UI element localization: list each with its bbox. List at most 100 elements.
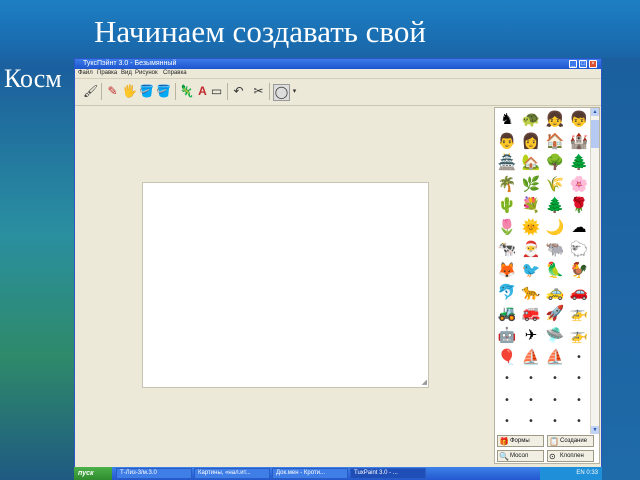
scroll-up-icon[interactable]: ▲: [591, 108, 599, 116]
stamp-item[interactable]: 🎅: [520, 239, 542, 261]
stamp-item[interactable]: •: [568, 368, 590, 390]
stamp-item[interactable]: 🌳: [544, 152, 566, 174]
stamp-item[interactable]: •: [544, 368, 566, 390]
stamp-item[interactable]: ⛵: [520, 347, 542, 369]
stamp-item[interactable]: •: [568, 411, 590, 433]
system-tray[interactable]: EN 0:33: [540, 467, 602, 480]
drawing-canvas[interactable]: ◢: [142, 182, 429, 388]
clone-palette-button[interactable]: ⊙ Клоплен: [547, 450, 594, 462]
minimize-button[interactable]: _: [569, 60, 577, 68]
stamp-item[interactable]: 🚜: [496, 303, 518, 325]
menu-edit[interactable]: Правка: [97, 69, 117, 78]
taskbar-item[interactable]: Док.мен - Кроти...: [272, 468, 348, 479]
stamp-item[interactable]: 🚕: [544, 282, 566, 304]
stamp-item[interactable]: 🌲: [544, 195, 566, 217]
stamp-item[interactable]: 👩: [520, 131, 542, 153]
stamp-item[interactable]: •: [544, 390, 566, 412]
stamp-item[interactable]: 👦: [568, 109, 590, 131]
shapes-palette-label: Формы: [510, 438, 530, 444]
stamp-item[interactable]: 💐: [520, 195, 542, 217]
stamp-item[interactable]: 🚁: [568, 325, 590, 347]
scroll-down-icon[interactable]: ▼: [591, 426, 599, 434]
stamp-item[interactable]: •: [496, 390, 518, 412]
stamp-item[interactable]: 🌙: [544, 217, 566, 239]
slide-title-line1: Начинаем создавать свой: [94, 14, 426, 49]
stamp-item[interactable]: 🐆: [520, 282, 542, 304]
stamp-item[interactable]: 🐑: [568, 239, 590, 261]
stamp-item[interactable]: 🚀: [544, 303, 566, 325]
stamp-item[interactable]: 👧: [544, 109, 566, 131]
stamp-item[interactable]: 🌲: [568, 152, 590, 174]
stamp-item[interactable]: 🎈: [496, 347, 518, 369]
stamp-item[interactable]: 🐬: [496, 282, 518, 304]
stamp-item[interactable]: 🐦: [520, 260, 542, 282]
brush-tool-button[interactable]: 🖌: [83, 84, 98, 99]
stamp-item[interactable]: •: [496, 368, 518, 390]
hand-tool-button[interactable]: 🖐: [122, 84, 137, 99]
stamp-tool-button[interactable]: 🦎: [179, 84, 194, 99]
stamp-item[interactable]: ☁: [568, 217, 590, 239]
menu-help[interactable]: Справка: [163, 69, 187, 78]
stamp-item[interactable]: 🏠: [544, 131, 566, 153]
stamp-item[interactable]: •: [568, 347, 590, 369]
stamp-item[interactable]: 🌿: [520, 174, 542, 196]
stamp-item[interactable]: 🌵: [496, 195, 518, 217]
shapes-tool-button[interactable]: ▭: [209, 84, 224, 99]
stamp-item[interactable]: 🐢: [520, 109, 542, 131]
stamp-item[interactable]: ⛵: [544, 347, 566, 369]
stamp-item[interactable]: •: [496, 411, 518, 433]
text-tool-button[interactable]: A: [195, 84, 210, 99]
stamp-item[interactable]: •: [544, 411, 566, 433]
stamp-item[interactable]: 🐄: [496, 239, 518, 261]
menu-picture[interactable]: Рисунок: [135, 69, 158, 78]
stamp-item[interactable]: 🚒: [520, 303, 542, 325]
stamp-item[interactable]: •: [520, 368, 542, 390]
stamp-item[interactable]: 🏰: [568, 131, 590, 153]
stamp-item[interactable]: 🦊: [496, 260, 518, 282]
taskbar-item-active[interactable]: TuxPaint 3.0 - ...: [350, 468, 426, 479]
start-button[interactable]: пуск: [74, 467, 112, 480]
stamp-item[interactable]: 🌾: [544, 174, 566, 196]
stamp-item[interactable]: 🛸: [544, 325, 566, 347]
stamp-item[interactable]: 🤖: [496, 325, 518, 347]
zoom-dropdown-icon[interactable]: ▾: [287, 84, 302, 99]
maximize-button[interactable]: □: [579, 60, 587, 68]
resize-grip-icon[interactable]: ◢: [422, 379, 427, 386]
stamp-item[interactable]: •: [520, 390, 542, 412]
menu-file[interactable]: Файл: [78, 69, 93, 78]
pencil-tool-button[interactable]: ✎: [105, 84, 120, 99]
shapes-palette-button[interactable]: 🎁 Формы: [497, 435, 544, 447]
stamp-item[interactable]: 🐓: [568, 260, 590, 282]
magnify-palette-button[interactable]: 🔍 Мосол: [497, 450, 544, 462]
eraser-tool-button[interactable]: ✂: [251, 84, 266, 99]
stamp-item[interactable]: 🌹: [568, 195, 590, 217]
stamp-item[interactable]: •: [568, 390, 590, 412]
stamp-item[interactable]: 👨: [496, 131, 518, 153]
undo-tool-button[interactable]: ↶: [231, 84, 246, 99]
title-bar[interactable]: ТуксПэйнт 3.0 - Безымянный _ □ ×: [75, 59, 601, 69]
close-button[interactable]: ×: [589, 60, 597, 68]
stamp-item[interactable]: ✈: [520, 325, 542, 347]
create-palette-button[interactable]: 📋 Создание: [547, 435, 594, 447]
stamp-item[interactable]: 🌷: [496, 217, 518, 239]
taskbar-item[interactable]: Т-Лиз-3/м.3.0: [116, 468, 192, 479]
taskbar-item[interactable]: Картины, «нал.ит...: [194, 468, 270, 479]
stamp-item[interactable]: 🦜: [544, 260, 566, 282]
stamp-item[interactable]: 🌴: [496, 174, 518, 196]
stamp-item[interactable]: 🌸: [568, 174, 590, 196]
scroll-thumb[interactable]: [591, 120, 599, 148]
stamp-item[interactable]: 🚗: [568, 282, 590, 304]
menu-view[interactable]: Вид: [121, 69, 132, 78]
stamp-item[interactable]: 🚁: [568, 303, 590, 325]
app-window: ТуксПэйнт 3.0 - Безымянный _ □ × Файл Пр…: [74, 58, 602, 468]
stamp-item[interactable]: 🌞: [520, 217, 542, 239]
palette-buttons: 🎁 Формы 📋 Создание 🔍 Мосол ⊙ Клоплен: [497, 435, 597, 463]
stamp-item[interactable]: 🏡: [520, 152, 542, 174]
stamp-item[interactable]: 🏯: [496, 152, 518, 174]
fill-tool-button[interactable]: 🪣: [139, 84, 154, 99]
lizard-tool-button[interactable]: 🪣: [156, 84, 171, 99]
stamp-item[interactable]: 🐃: [544, 239, 566, 261]
stamp-item[interactable]: •: [520, 411, 542, 433]
stamp-scrollbar[interactable]: ▲ ▼: [590, 108, 599, 434]
stamp-item[interactable]: ♞: [496, 109, 518, 131]
